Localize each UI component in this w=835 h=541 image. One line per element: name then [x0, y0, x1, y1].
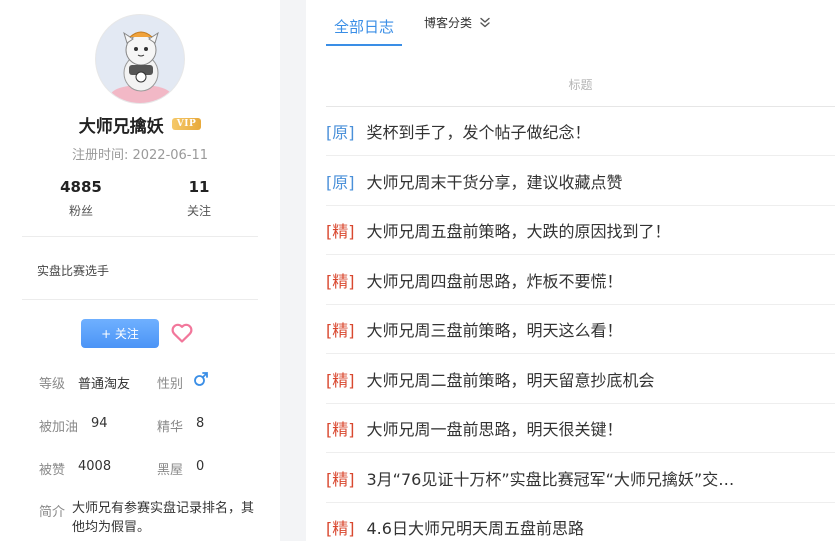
featured-tag: [精] [326, 222, 355, 241]
original-tag: [原] [326, 172, 355, 192]
blog-list-panel: 全部日志 博客分类 标题 [原] 奖杯到手了，发个帖子做纪念！ [原] 大师兄周末干货… [306, 0, 835, 541]
intro-text: 大师兄有参赛实盘记录排名，其他均为假冒。 [72, 501, 255, 535]
post-title-link[interactable]: 大师兄周二盘前策略，明天留意抄底机会 [367, 367, 655, 391]
fans-stat[interactable]: 4885 粉丝 [41, 178, 121, 219]
title-column-header: 标题 [568, 78, 593, 92]
post-row[interactable]: [精] 4.6日大师兄明天周五盘前思路 [326, 503, 835, 541]
follow-button[interactable]: + 关注 [81, 319, 159, 348]
divider [22, 236, 258, 237]
boost-label: 被加油 [39, 420, 79, 435]
post-title-link[interactable]: 大师兄周一盘前思路，明天很关键！ [367, 416, 623, 440]
likes-label: 被赞 [39, 463, 66, 478]
male-icon [194, 372, 208, 386]
likes-value: 4008 [78, 459, 112, 474]
heart-icon[interactable] [170, 321, 194, 345]
post-title-link[interactable]: 3月“76见证十万杯”实盘比赛冠军“大师兄擒妖”交… [367, 466, 735, 490]
gender-label: 性别 [157, 377, 184, 392]
post-row[interactable]: [精] 大师兄周五盘前策略，大跌的原因找到了！ [326, 206, 835, 255]
post-row[interactable]: [精] 大师兄周一盘前思路，明天很关键！ [326, 404, 835, 453]
featured-tag: [精] [326, 321, 355, 340]
following-count: 11 [188, 178, 210, 196]
post-title-link[interactable]: 大师兄周末干货分享，建议收藏点赞 [367, 169, 623, 193]
username-row: 大师兄擒妖 VIP [0, 112, 280, 137]
post-title-link[interactable]: 大师兄周五盘前策略，大跌的原因找到了！ [367, 218, 671, 242]
blacklist-value: 0 [196, 459, 205, 474]
post-row[interactable]: [原] 大师兄周末干货分享，建议收藏点赞 [326, 157, 835, 206]
post-row[interactable]: [精] 3月“76见证十万杯”实盘比赛冠军“大师兄擒妖”交… [326, 454, 835, 503]
registration-value: 2022-06-11 [132, 148, 209, 163]
featured-tag: [精] [326, 271, 355, 291]
post-title-link[interactable]: 大师兄周三盘前策略，明天这么看！ [367, 317, 623, 341]
post-row[interactable]: [原] 奖杯到手了，发个帖子做纪念！ [326, 107, 835, 156]
featured-tag: [精] [326, 519, 355, 538]
post-row[interactable]: [精] 大师兄周三盘前策略，明天这么看！ [326, 305, 835, 354]
avatar-image [96, 15, 184, 103]
following-label: 关注 [186, 204, 211, 218]
level-label: 等级 [39, 377, 66, 392]
divider [22, 299, 258, 300]
post-title-link[interactable]: 4.6日大师兄明天周五盘前思路 [367, 515, 584, 539]
post-title-link[interactable]: 奖杯到手了，发个帖子做纪念！ [367, 119, 591, 143]
fans-label: 粉丝 [68, 204, 93, 218]
column-gap [280, 0, 306, 541]
tab-blog-category-label: 博客分类 [424, 16, 473, 30]
username: 大师兄擒妖 [78, 116, 164, 137]
fans-count: 4885 [60, 178, 102, 196]
registration-label: 注册时间: [71, 148, 129, 163]
avatar[interactable] [95, 14, 185, 104]
blacklist-label: 黑屋 [157, 463, 184, 478]
boost-value: 94 [91, 416, 108, 431]
tab-all-posts[interactable]: 全部日志 [326, 8, 403, 46]
featured-tag: [精] [326, 420, 355, 439]
double-chevron-down-icon [480, 17, 490, 27]
tab-blog-category[interactable]: 博客分类 [424, 14, 492, 31]
following-stat[interactable]: 11 关注 [159, 178, 239, 219]
essence-value: 8 [196, 416, 205, 431]
intro-label: 简介 [39, 505, 66, 520]
level-value: 普通淘友 [78, 377, 131, 392]
post-row[interactable]: [精] 大师兄周四盘前思路，炸板不要慌！ [326, 256, 835, 305]
original-tag: [原] [326, 123, 355, 142]
post-row[interactable]: [精] 大师兄周二盘前策略，明天留意抄底机会 [326, 355, 835, 404]
registration-date: 注册时间: 2022-06-11 [0, 144, 280, 163]
essence-label: 精华 [157, 420, 184, 435]
featured-tag: [精] [326, 370, 355, 390]
vip-badge: VIP [171, 118, 202, 130]
profile-sidebar: 大师兄擒妖 VIP 注册时间: 2022-06-11 4885 粉丝 11 关注… [0, 0, 280, 541]
user-tagline: 实盘比赛选手 [37, 264, 110, 278]
post-title-link[interactable]: 大师兄周四盘前思路，炸板不要慌！ [367, 268, 623, 292]
featured-tag: [精] [326, 469, 355, 489]
